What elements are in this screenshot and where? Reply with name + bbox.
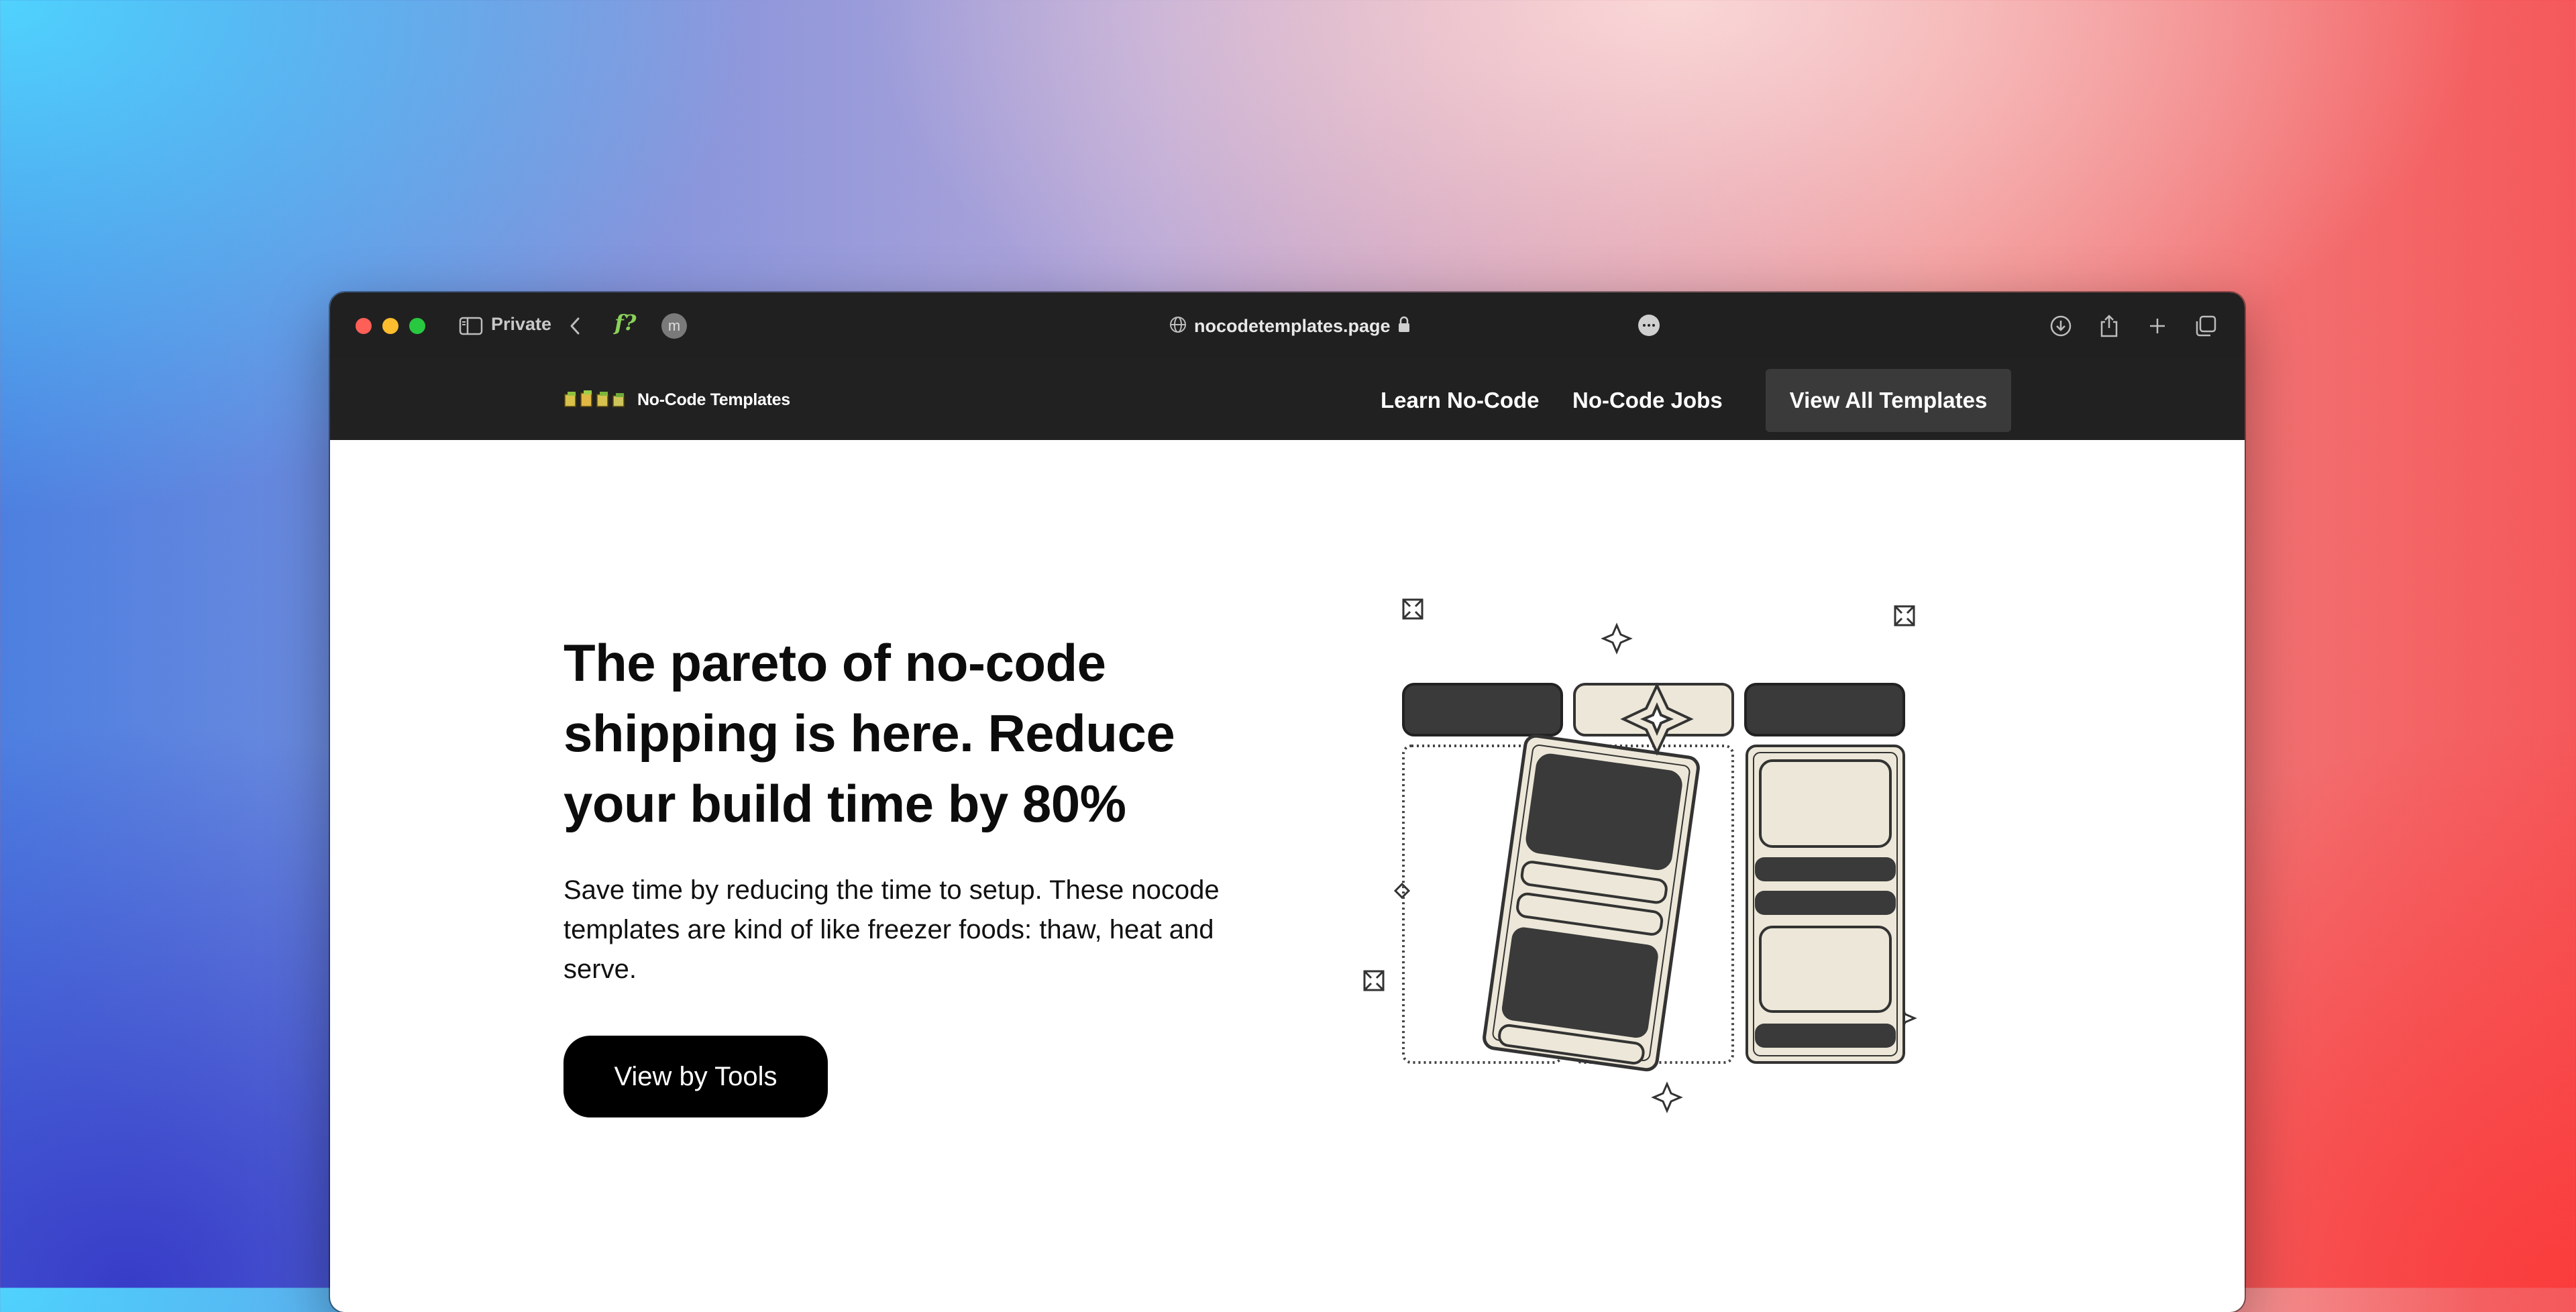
lock-icon [1397, 316, 1411, 337]
private-mode-label: Private [491, 314, 552, 334]
share-icon[interactable] [2096, 311, 2123, 341]
downloads-icon[interactable] [2047, 311, 2074, 341]
url-text: nocodetemplates.page [1194, 315, 1391, 336]
sparkle-icon [1393, 882, 1411, 899]
page-menu-icon[interactable] [1638, 315, 1660, 336]
view-all-templates-button[interactable]: View All Templates [1766, 369, 2011, 432]
nav-no-code-jobs[interactable]: No-Code Jobs [1572, 388, 1723, 413]
address-bar[interactable]: nocodetemplates.page [1169, 311, 1411, 341]
sparkle-icon [1402, 598, 1424, 620]
sparkle-icon [1894, 605, 1915, 626]
sidebar-icon[interactable] [458, 311, 484, 341]
extension-icon[interactable]: f? [614, 310, 637, 335]
hero-subtitle: Save time by reducing the time to setup.… [564, 875, 1220, 984]
site-navbar: No-Code Templates Learn No-Code No-Code … [330, 358, 2245, 440]
nav-learn-no-code[interactable]: Learn No-Code [1381, 388, 1540, 413]
back-icon[interactable] [565, 311, 585, 341]
new-tab-icon[interactable] [2144, 311, 2171, 341]
tab-overview-icon[interactable] [2192, 311, 2219, 341]
browser-window: Private f? m nocodetemplates.page No-Cod… [330, 292, 2245, 1312]
sparkle-icon [1363, 970, 1385, 991]
globe-icon [1169, 315, 1187, 337]
sparkle-icon [1651, 1081, 1683, 1113]
browser-toolbar: Private f? m nocodetemplates.page [330, 292, 2245, 358]
zoom-window-button[interactable] [409, 318, 425, 334]
close-window-button[interactable] [356, 318, 372, 334]
logo-blocks-icon [564, 388, 628, 413]
site-logo[interactable]: No-Code Templates [564, 388, 790, 413]
hero-title: The pareto of no-code shipping is here. … [564, 633, 1175, 833]
profile-extension-icon[interactable]: m [661, 313, 687, 339]
brand-name: No-Code Templates [637, 390, 790, 409]
view-by-tools-button[interactable]: View by Tools [564, 1036, 828, 1117]
minimize-window-button[interactable] [382, 318, 398, 334]
sparkle-icon [1601, 622, 1633, 655]
hero-illustration [1350, 588, 1953, 1138]
